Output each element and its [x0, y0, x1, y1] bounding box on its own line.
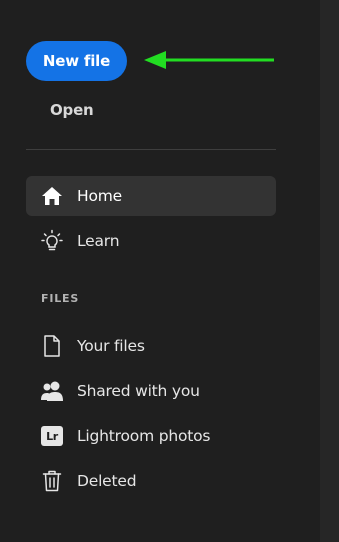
nav-item-deleted[interactable]: Deleted [26, 461, 276, 501]
nav-item-label: Deleted [77, 472, 137, 490]
files-section-heading: FILES [41, 292, 80, 305]
nav-item-label: Shared with you [77, 382, 200, 400]
people-icon [39, 378, 65, 404]
nav-item-your-files[interactable]: Your files [26, 326, 276, 366]
lightroom-badge: Lr [41, 426, 63, 446]
nav-item-label: Learn [77, 232, 120, 250]
nav-item-label: Lightroom photos [77, 427, 211, 445]
divider [26, 149, 276, 150]
lightroom-icon: Lr [39, 423, 65, 449]
nav-item-label: Your files [77, 337, 145, 355]
nav-item-shared-with-you[interactable]: Shared with you [26, 371, 276, 411]
nav-item-label: Home [77, 187, 122, 205]
nav-item-home[interactable]: Home [26, 176, 276, 216]
trash-icon [39, 468, 65, 494]
annotation-arrow-icon [144, 51, 274, 69]
content-area-edge [320, 0, 339, 542]
sidebar-panel: New file Open Home Learn FILES Your file… [0, 0, 320, 542]
home-icon [39, 183, 65, 209]
open-button[interactable]: Open [50, 101, 94, 119]
lightbulb-icon [39, 228, 65, 254]
new-file-button[interactable]: New file [26, 41, 127, 81]
nav-item-learn[interactable]: Learn [26, 221, 276, 261]
nav-item-lightroom-photos[interactable]: Lr Lightroom photos [26, 416, 276, 456]
document-icon [39, 333, 65, 359]
